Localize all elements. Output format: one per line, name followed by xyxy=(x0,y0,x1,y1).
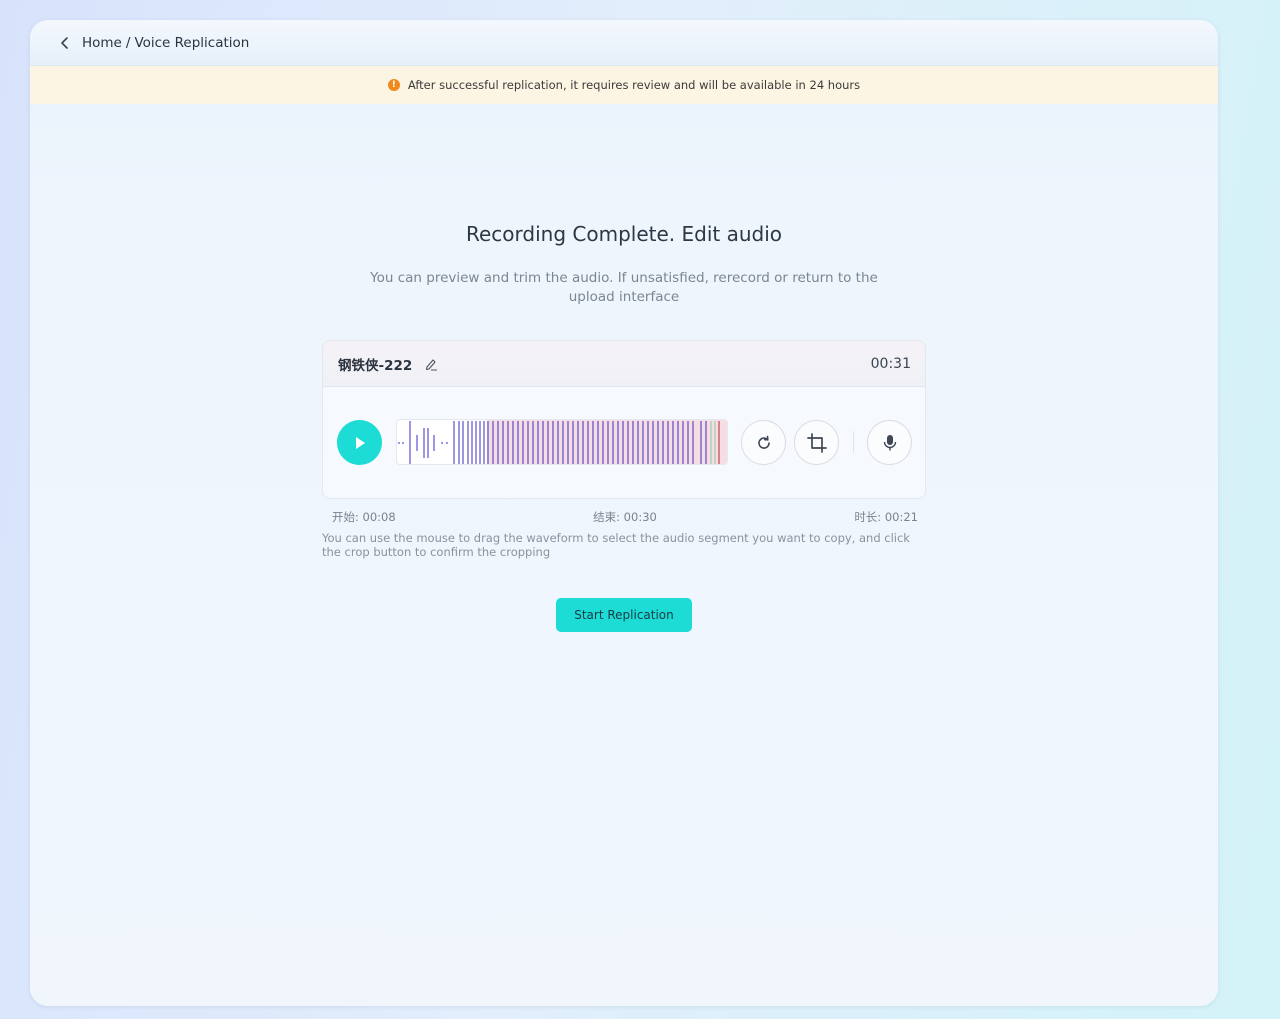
microphone-button[interactable] xyxy=(867,420,912,465)
breadcrumb-current: Voice Replication xyxy=(134,34,250,51)
divider xyxy=(853,431,854,453)
audio-duration: 00:31 xyxy=(870,355,911,372)
play-button[interactable] xyxy=(337,420,382,465)
selection-start: 开始: 00:08 xyxy=(332,510,396,524)
audio-card-header: 钢铁侠-222 00:31 xyxy=(323,341,925,387)
waveform[interactable] xyxy=(396,419,728,465)
selection-times: 开始: 00:08 结束: 00:30 时长: 00:21 xyxy=(332,509,918,525)
breadcrumb: Home / Voice Replication xyxy=(82,35,249,51)
audio-controls xyxy=(323,387,925,498)
edit-icon[interactable] xyxy=(424,357,438,371)
waveform-svg xyxy=(398,420,727,464)
audio-name: 钢铁侠-222 xyxy=(338,357,413,374)
breadcrumb-home[interactable]: Home xyxy=(82,35,122,51)
refresh-icon xyxy=(757,435,770,449)
main-panel: Home / Voice Replication ! After success… xyxy=(30,20,1218,1006)
selection-length: 时长: 00:21 xyxy=(854,510,918,524)
review-notice: ! After successful replication, it requi… xyxy=(30,66,1218,104)
selection-end: 结束: 00:30 xyxy=(593,510,657,524)
chevron-left-icon[interactable] xyxy=(60,35,72,51)
page-subtitle: You can preview and trim the audio. If u… xyxy=(370,270,878,305)
play-icon xyxy=(355,436,365,449)
breadcrumb-separator: / xyxy=(125,34,131,51)
start-replication-button[interactable]: Start Replication xyxy=(556,598,692,632)
top-bar: Home / Voice Replication xyxy=(30,20,1218,66)
crop-icon xyxy=(806,432,827,453)
audio-editor-card: 钢铁侠-222 00:31 xyxy=(322,340,926,499)
crop-button[interactable] xyxy=(794,420,839,465)
rerecord-button[interactable] xyxy=(741,420,786,465)
crop-hint: You can use the mouse to drag the wavefo… xyxy=(322,531,910,559)
warning-icon: ! xyxy=(387,79,400,91)
notice-text: After successful replication, it require… xyxy=(407,78,861,92)
microphone-icon xyxy=(883,434,896,450)
page-title: Recording Complete. Edit audio xyxy=(466,222,782,246)
